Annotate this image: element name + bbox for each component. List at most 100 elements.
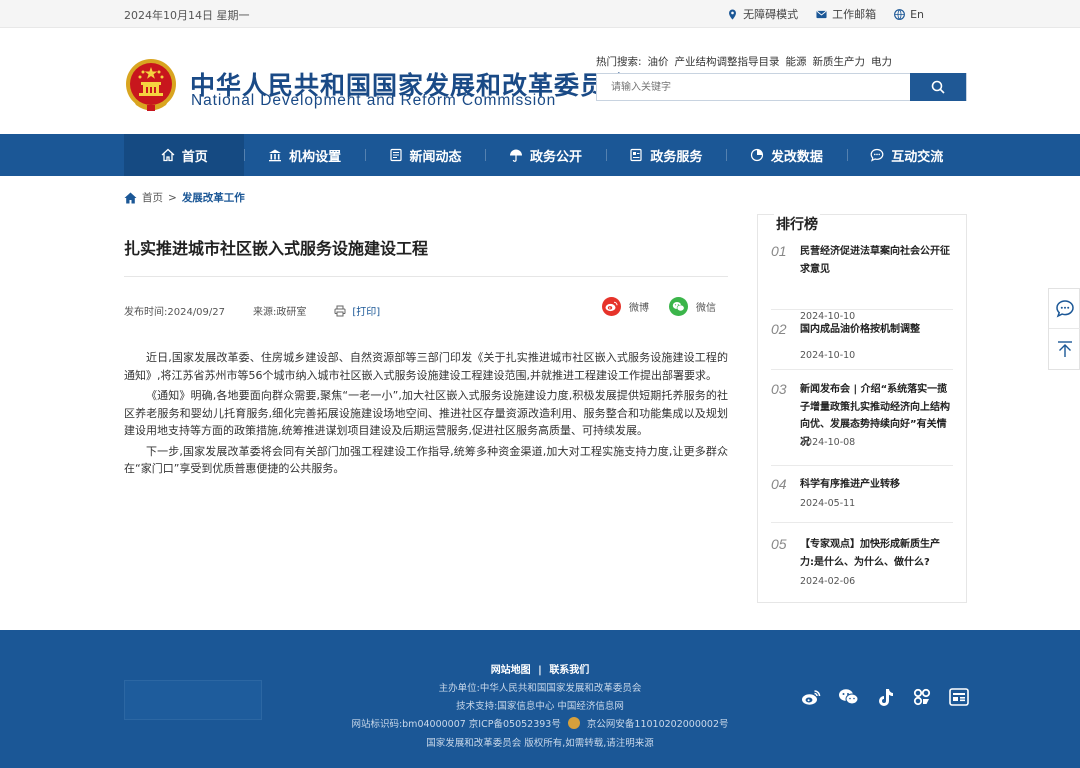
- hot-search-label: 热门搜索:: [596, 56, 642, 68]
- weibo-icon: [602, 297, 621, 316]
- weibo-icon: [802, 689, 821, 705]
- video-channel-icon: [913, 688, 931, 706]
- toutiao-icon: [949, 688, 969, 706]
- wechat-link[interactable]: [837, 686, 859, 708]
- ranking-item[interactable]: 03 新闻发布会 | 介绍“系统落实一揽子增量政策扎实推动经济向上结构向优、发展…: [771, 381, 953, 461]
- wechat-icon: [838, 689, 858, 705]
- hot-search-item[interactable]: 能源: [786, 54, 807, 69]
- nav-label: 政务公开: [529, 149, 582, 165]
- location-pin-icon: [729, 8, 737, 20]
- contact-link[interactable]: 联系我们: [549, 665, 589, 676]
- globe-icon: [894, 8, 905, 20]
- hot-search-item[interactable]: 电力: [871, 54, 892, 69]
- site-footer: 网站地图 | 联系我们 主办单位:中华人民共和国国家发展和改革委员会 技术支持:…: [0, 630, 1080, 768]
- ranking-item[interactable]: 02 国内成品油价格按机制调整 2024-10-10: [771, 321, 953, 361]
- print-label: [打印]: [352, 307, 381, 318]
- rank-number: 04: [771, 476, 787, 492]
- ranking-item[interactable]: 05 【专家观点】加快形成新质生产力:是什么、为什么、做什么? 2024-02-…: [771, 536, 953, 596]
- english-link[interactable]: En: [894, 6, 924, 22]
- search-button[interactable]: [910, 73, 966, 101]
- wechat-icon: [669, 297, 688, 316]
- rank-title: 民营经济促进法草案向社会公开征求意见: [800, 246, 950, 275]
- share-weibo-label: 微博: [629, 303, 649, 314]
- hot-search-item[interactable]: 产业结构调整指导目录: [675, 54, 780, 69]
- ranking-item[interactable]: 04 科学有序推进产业转移 2024-05-11: [771, 476, 953, 516]
- breadcrumb-home[interactable]: 首页: [142, 190, 163, 205]
- article-paragraph: 下一步,国家发展改革委将会同有关部门加强工程建设工作指导,统筹多种资金渠道,加大…: [124, 444, 728, 476]
- sitemap-link[interactable]: 网站地图: [491, 665, 531, 676]
- floating-toolbar: [1048, 288, 1080, 370]
- article-paragraph: 《通知》明确,各地要面向群众需要,聚焦“一老一小”,加大社区嵌入式服务设施建设力…: [124, 389, 728, 437]
- nav-label: 新闻动态: [409, 149, 462, 165]
- ranking-item[interactable]: 01 民营经济促进法草案向社会公开征求意见 2024-10-10: [771, 243, 953, 322]
- share-weibo-button[interactable]: 微博: [602, 297, 649, 316]
- rank-number: 05: [771, 536, 787, 552]
- current-date: 2024年10月14日 星期一: [124, 9, 250, 22]
- nav-government-affairs[interactable]: 政务公开: [485, 134, 605, 176]
- ranking-divider: [771, 369, 953, 370]
- search-input[interactable]: [597, 74, 911, 100]
- print-button[interactable]: [打印]: [334, 303, 380, 318]
- footer-registration: 网站标识码:bm04000007 京ICP备05052393号 京公网安备110…: [0, 716, 1080, 730]
- search-box: [596, 73, 967, 101]
- toutiao-link[interactable]: [948, 686, 970, 708]
- nav-home[interactable]: 首页: [124, 134, 245, 176]
- nav-label: 首页: [181, 149, 208, 165]
- police-badge-icon: [567, 717, 580, 729]
- top-links: 无障碍模式 工作邮箱 En: [727, 6, 924, 22]
- breadcrumb-current[interactable]: 发展改革工作: [182, 190, 245, 205]
- chat-float-button[interactable]: [1049, 289, 1080, 329]
- nav-news[interactable]: 新闻动态: [364, 134, 485, 176]
- rank-date: 2024-02-06: [800, 576, 856, 587]
- article-body: 近日,国家发展改革委、住房城乡建设部、自然资源部等三部门印发《关于扎实推进城市社…: [124, 349, 728, 481]
- mail-icon: [816, 10, 827, 18]
- tiktok-link[interactable]: [874, 686, 896, 708]
- share-wechat-label: 微信: [696, 303, 716, 314]
- ranking-divider: [771, 465, 953, 466]
- nav-label: 政务服务: [650, 149, 703, 165]
- chat-icon: [870, 148, 884, 162]
- hot-search-item[interactable]: 油价: [648, 54, 669, 69]
- national-emblem-logo[interactable]: [124, 58, 178, 114]
- tiktok-icon: [878, 688, 893, 706]
- work-mail-link[interactable]: 工作邮箱: [816, 6, 876, 22]
- icp-number[interactable]: 网站标识码:bm04000007 京ICP备05052393号: [351, 719, 560, 730]
- rank-number: 03: [771, 381, 787, 397]
- nav-label: 机构设置: [289, 149, 342, 165]
- site-header: 中华人民共和国国家发展和改革委员会 National Development a…: [0, 28, 1080, 134]
- english-label: En: [910, 7, 924, 21]
- building-icon: [269, 149, 282, 162]
- video-channel-link[interactable]: [911, 686, 933, 708]
- rank-date: 2024-05-11: [800, 498, 856, 509]
- accessibility-link[interactable]: 无障碍模式: [727, 6, 798, 22]
- ranking-divider: [771, 309, 953, 310]
- rank-date: 2024-10-08: [800, 437, 856, 448]
- back-to-top-button[interactable]: [1049, 329, 1080, 369]
- nav-government-services[interactable]: 政务服务: [605, 134, 726, 176]
- top-bar: 2024年10月14日 星期一 无障碍模式 工作邮箱 En: [0, 0, 1080, 28]
- nav-interaction[interactable]: 互动交流: [846, 134, 967, 176]
- public-security-number[interactable]: 京公网安备11010202000002号: [587, 719, 729, 730]
- rank-title: 科学有序推进产业转移: [800, 479, 900, 490]
- article-meta: 发布时间:2024/09/27 来源:政研室 [打印]: [124, 303, 380, 318]
- footer-copyright: 国家发展和改革委员会 版权所有,如需转载,请注明来源: [426, 738, 654, 749]
- weibo-link[interactable]: [800, 686, 822, 708]
- printer-icon: [334, 305, 346, 316]
- nav-data[interactable]: 发改数据: [726, 134, 846, 176]
- article-title: 扎实推进城市社区嵌入式服务设施建设工程: [124, 239, 429, 258]
- hot-search-item[interactable]: 新质生产力: [813, 54, 866, 69]
- hot-search: 热门搜索: 油价 产业结构调整指导目录 能源 新质生产力 电力: [596, 54, 892, 69]
- article-source: 来源:政研室: [253, 307, 307, 318]
- ranking-divider: [771, 522, 953, 523]
- nav-organization[interactable]: 机构设置: [244, 134, 364, 176]
- rank-number: 02: [771, 321, 787, 337]
- rank-title: 国内成品油价格按机制调整: [800, 324, 920, 335]
- accessibility-label: 无障碍模式: [743, 8, 799, 21]
- news-icon: [389, 148, 402, 162]
- nav-label: 发改数据: [770, 149, 823, 165]
- home-icon[interactable]: [124, 192, 137, 204]
- share-wechat-button[interactable]: 微信: [669, 297, 716, 316]
- search-icon: [931, 80, 945, 94]
- ranking-title: 排行榜: [774, 214, 820, 234]
- breadcrumb-separator: >: [168, 191, 177, 204]
